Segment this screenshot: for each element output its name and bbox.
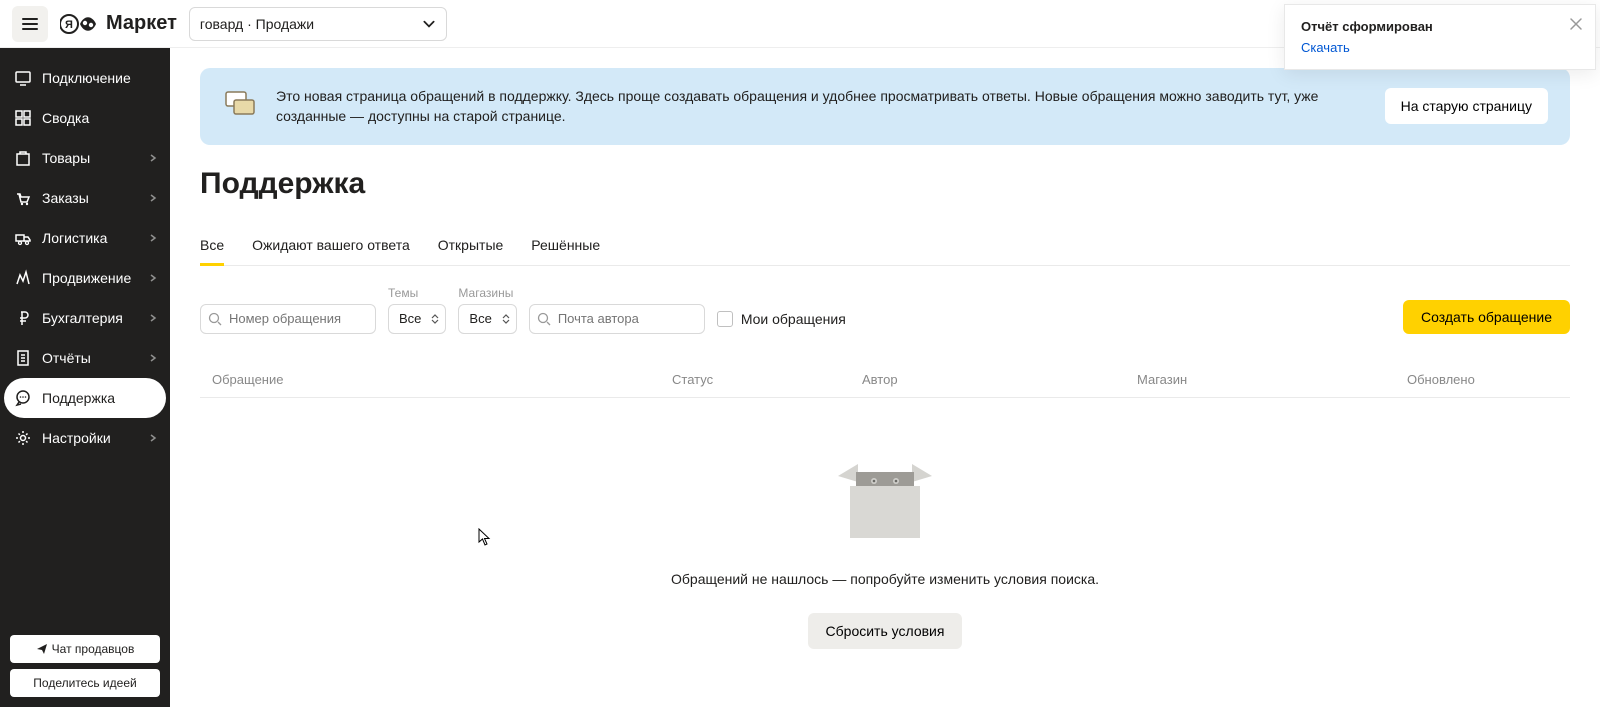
col-author: Автор xyxy=(862,372,1137,387)
col-status: Статус xyxy=(672,372,862,387)
search-icon xyxy=(537,312,551,326)
logo[interactable]: Я Маркет xyxy=(60,12,177,35)
sidebar-item-label: Товары xyxy=(42,150,90,166)
dashboard-icon xyxy=(14,109,32,127)
reset-filters-button[interactable]: Сбросить условия xyxy=(808,613,963,649)
page-title: Поддержка xyxy=(200,167,1570,201)
shops-label: Магазины xyxy=(458,286,516,300)
sidebar-item-label: Бухгалтерия xyxy=(42,310,123,326)
tab[interactable]: Решённые xyxy=(531,227,600,266)
my-tickets-label: Мои обращения xyxy=(741,311,846,327)
sellers-chat-button[interactable]: Чат продавцов xyxy=(10,635,160,663)
share-idea-button[interactable]: Поделитесь идеей xyxy=(10,669,160,697)
report-toast: Отчёт сформирован Скачать xyxy=(1284,4,1596,70)
sort-arrows-icon xyxy=(502,314,510,324)
tab[interactable]: Открытые xyxy=(438,227,504,266)
sort-arrows-icon xyxy=(431,314,439,324)
reports-icon xyxy=(14,349,32,367)
sidebar-item-support[interactable]: Поддержка xyxy=(4,378,166,418)
chevron-right-icon xyxy=(148,353,158,363)
empty-text: Обращений не нашлось — попробуйте измени… xyxy=(200,571,1570,587)
my-tickets-checkbox[interactable] xyxy=(717,311,733,327)
info-banner: Это новая страница обращений в поддержку… xyxy=(200,68,1570,145)
close-icon[interactable] xyxy=(1567,15,1585,33)
orders-icon xyxy=(14,189,32,207)
sidebar: Подключение Сводка Товары Заказы Логистика Пр… xyxy=(0,48,170,707)
sidebar-item-promo[interactable]: Продвижение xyxy=(0,258,170,298)
promo-icon xyxy=(14,269,32,287)
author-email-input[interactable] xyxy=(529,304,705,334)
sidebar-item-gear[interactable]: Настройки xyxy=(0,418,170,458)
sidebar-item-label: Отчёты xyxy=(42,350,91,366)
chevron-right-icon xyxy=(148,233,158,243)
tab[interactable]: Все xyxy=(200,227,224,266)
sidebar-bottom: Чат продавцов Поделитесь идеей xyxy=(10,635,160,697)
chevron-right-icon xyxy=(148,153,158,163)
chevron-right-icon xyxy=(148,193,158,203)
chevron-down-icon xyxy=(422,17,436,31)
sidebar-item-label: Настройки xyxy=(42,430,111,446)
sidebar-item-orders[interactable]: Заказы xyxy=(0,178,170,218)
chat-bubbles-icon xyxy=(222,88,258,124)
goods-icon xyxy=(14,149,32,167)
chevron-right-icon xyxy=(148,273,158,283)
old-page-button[interactable]: На старую страницу xyxy=(1385,88,1548,124)
burger-icon xyxy=(21,15,39,33)
main-content: Это новая страница обращений в поддержку… xyxy=(170,48,1600,707)
ruble-icon xyxy=(14,309,32,327)
tab[interactable]: Ожидают вашего ответа xyxy=(252,227,410,266)
sidebar-item-truck[interactable]: Логистика xyxy=(0,218,170,258)
sidebar-item-label: Подключение xyxy=(42,70,131,86)
gear-icon xyxy=(14,429,32,447)
col-updated: Обновлено xyxy=(1407,372,1558,387)
sidebar-item-label: Продвижение xyxy=(42,270,131,286)
toast-download-link[interactable]: Скачать xyxy=(1301,40,1563,55)
table-header: Обращение Статус Автор Магазин Обновлено xyxy=(200,362,1570,398)
sidebar-item-dashboard[interactable]: Сводка xyxy=(0,98,170,138)
shop-selected-label: говард · Продажи xyxy=(200,16,314,32)
tabs: Все Ожидают вашего ответа Открытые Решённые xyxy=(200,227,1570,266)
col-ticket: Обращение xyxy=(212,372,672,387)
topics-label: Темы xyxy=(388,286,446,300)
search-icon xyxy=(208,312,222,326)
sidebar-item-reports[interactable]: Отчёты xyxy=(0,338,170,378)
shops-select[interactable]: Все xyxy=(458,304,516,334)
logo-icon: Я xyxy=(60,13,102,35)
banner-text: Это новая страница обращений в поддержку… xyxy=(276,86,1367,127)
empty-state: Обращений не нашлось — попробуйте измени… xyxy=(200,398,1570,649)
sidebar-item-label: Заказы xyxy=(42,190,89,206)
logo-text: Маркет xyxy=(106,12,177,35)
sidebar-item-ruble[interactable]: Бухгалтерия xyxy=(0,298,170,338)
col-shop: Магазин xyxy=(1137,372,1407,387)
sidebar-item-label: Логистика xyxy=(42,230,107,246)
menu-toggle-button[interactable] xyxy=(12,6,48,42)
topics-select[interactable]: Все xyxy=(388,304,446,334)
sidebar-item-connect[interactable]: Подключение xyxy=(0,58,170,98)
shop-selector[interactable]: говард · Продажи xyxy=(189,7,447,41)
sidebar-item-goods[interactable]: Товары xyxy=(0,138,170,178)
support-icon xyxy=(14,389,32,407)
connect-icon xyxy=(14,69,32,87)
sidebar-item-label: Сводка xyxy=(42,110,89,126)
chevron-right-icon xyxy=(148,433,158,443)
create-ticket-button[interactable]: Создать обращение xyxy=(1403,300,1570,334)
toast-title: Отчёт сформирован xyxy=(1301,19,1563,34)
ticket-number-input[interactable] xyxy=(200,304,376,334)
truck-icon xyxy=(14,229,32,247)
svg-text:Я: Я xyxy=(65,19,73,31)
empty-box-icon xyxy=(830,458,940,548)
sidebar-item-label: Поддержка xyxy=(42,390,115,406)
telegram-icon xyxy=(36,643,48,655)
chevron-right-icon xyxy=(148,313,158,323)
filters-row: Темы Все Магазины Все xyxy=(200,286,1570,334)
